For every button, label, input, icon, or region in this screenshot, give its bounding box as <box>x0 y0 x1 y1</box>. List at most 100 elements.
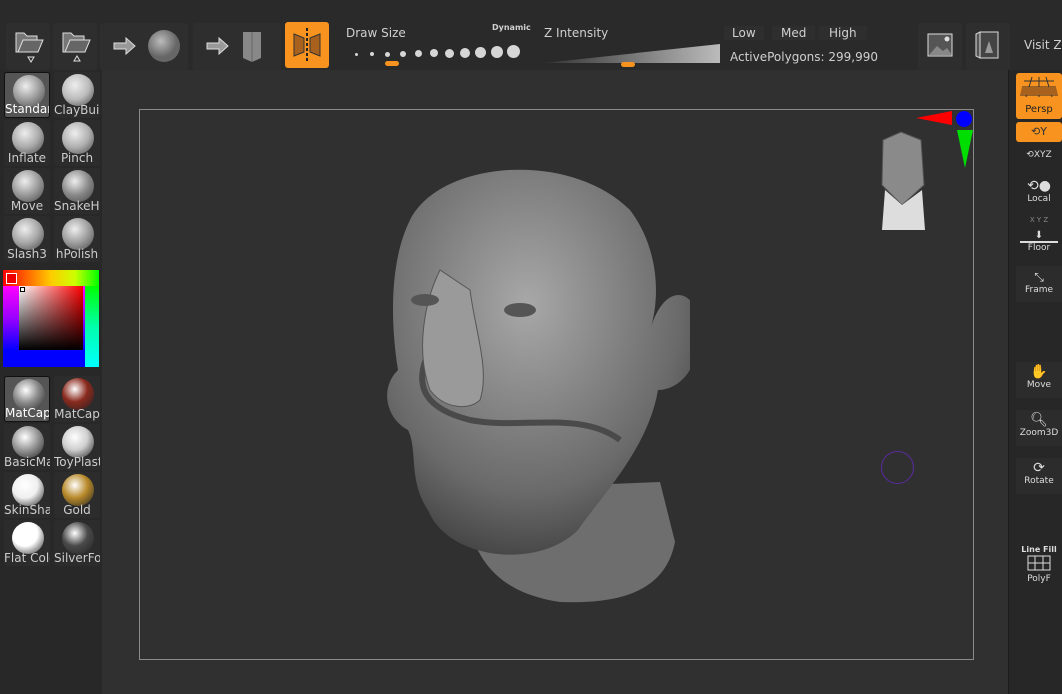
line-fill-label: Line Fill <box>1021 545 1057 554</box>
axis-gizmo-icon[interactable] <box>912 108 978 170</box>
z-intensity-handle[interactable] <box>621 62 635 67</box>
save-button[interactable] <box>53 23 97 70</box>
brush-thumbnail-icon <box>12 122 44 154</box>
frame-button[interactable]: ⤡ Frame <box>1016 266 1062 302</box>
brush-snakeho[interactable]: SnakeHo <box>54 168 100 214</box>
material-sphere-icon <box>62 426 94 458</box>
floor-button[interactable]: ⬇ Floor <box>1016 230 1062 258</box>
folder-save-up-icon <box>62 32 91 62</box>
perspective-grid-icon <box>1020 76 1058 98</box>
material-basicma[interactable]: BasicMa <box>4 424 50 470</box>
rotate-button[interactable]: ⟳ Rotate <box>1016 458 1062 494</box>
local-label: Local <box>1027 194 1051 204</box>
polyf-label: PolyF <box>1027 574 1051 584</box>
material-sphere-icon <box>62 522 94 554</box>
material-sphere-icon <box>12 522 44 554</box>
material-flat-colc[interactable]: Flat Colc <box>4 520 50 566</box>
material-label: ToyPlast <box>54 455 100 469</box>
frame-icon: ⤡ <box>1034 270 1044 284</box>
material-skinsha[interactable]: SkinSha <box>4 472 50 518</box>
y-axis-label: Y <box>1040 125 1047 138</box>
z-intensity-label: Z Intensity <box>544 26 609 40</box>
move-button[interactable]: ✋ Move <box>1016 362 1062 398</box>
draw-size-handle[interactable] <box>385 61 399 66</box>
image-icon <box>927 33 953 57</box>
magnifier-icon: 🔍︎ <box>1030 412 1048 428</box>
material-sphere-icon <box>62 378 94 410</box>
import-sphere-button[interactable] <box>100 23 188 70</box>
material-label: Gold <box>63 503 91 517</box>
brush-thumbnail-icon <box>62 218 94 250</box>
folder-open-down-icon <box>15 32 44 63</box>
polyframe-button[interactable]: Line Fill PolyF <box>1016 545 1062 585</box>
high-button[interactable]: High <box>819 26 867 40</box>
xyz-rotate-button[interactable]: ⟲XYZ <box>1016 150 1062 166</box>
brush-label: SnakeHo <box>54 199 100 213</box>
hand-icon: ✋ <box>1030 364 1048 380</box>
zoom3d-button[interactable]: 🔍︎ Zoom3D <box>1016 410 1062 446</box>
color-saturation-square[interactable] <box>19 286 83 350</box>
z-intensity-slider[interactable] <box>544 44 720 67</box>
brush-hpolish[interactable]: hPolish <box>54 216 100 262</box>
brush-label: Standard <box>5 102 49 116</box>
brush-claybuil[interactable]: ClayBuil <box>54 72 100 118</box>
import-cube-button[interactable] <box>193 23 281 70</box>
material-gold[interactable]: Gold <box>54 472 100 518</box>
lightbox-button[interactable] <box>966 23 1010 70</box>
material-sphere-icon <box>12 474 44 506</box>
low-button[interactable]: Low <box>724 26 764 40</box>
open-button[interactable] <box>6 23 50 70</box>
brush-thumbnail-icon <box>12 218 44 250</box>
symmetry-icon <box>293 28 321 62</box>
med-button[interactable]: Med <box>772 26 816 40</box>
brush-thumbnail-icon <box>62 170 94 202</box>
material-label: MatCap <box>54 407 100 421</box>
material-matcap[interactable]: MatCap <box>4 376 50 422</box>
local-button[interactable]: ⟲● Local <box>1016 178 1062 208</box>
move-label: Move <box>1026 380 1052 390</box>
brush-label: Move <box>10 199 44 213</box>
head-model[interactable] <box>370 160 690 610</box>
rotate-icon: ⟳ <box>1033 460 1045 476</box>
material-sphere-icon <box>62 474 94 506</box>
brush-label: Slash3 <box>7 247 47 261</box>
brush-cursor <box>881 451 914 484</box>
polyframe-grid-icon <box>1027 555 1051 571</box>
local-sphere-icon: ⟲● <box>1027 178 1051 194</box>
persp-button[interactable]: Persp <box>1016 73 1062 119</box>
active-polygons: ActivePolygons: 299,990 <box>730 50 879 64</box>
visit-zbrush-link[interactable]: Visit ZE <box>1024 38 1062 52</box>
left-shelf: Standard ClayBuil Inflate Pinch Move SnakeHo S… <box>0 70 102 694</box>
brush-label: Pinch <box>60 151 94 165</box>
brush-pinch[interactable]: Pinch <box>54 120 100 166</box>
material-label: BasicMa <box>4 455 50 469</box>
material-label: Flat Colc <box>4 551 50 565</box>
axes-toggle[interactable]: X Y Z <box>1016 216 1062 224</box>
draw-size-label: Draw Size <box>346 26 406 40</box>
floor-label: Floor <box>1027 243 1051 253</box>
material-label: SkinSha <box>4 503 50 517</box>
brush-thumbnail-icon <box>62 122 94 154</box>
y-rotate-button[interactable]: ⟲Y <box>1016 122 1062 142</box>
dynamic-toggle[interactable]: Dynamic <box>492 23 531 32</box>
color-picker[interactable] <box>3 270 99 367</box>
material-matcap[interactable]: MatCap <box>54 376 100 422</box>
top-toolbar: Draw Size Dynamic Z Intensity Low Med Hi… <box>0 0 1062 70</box>
sphere-tool-icon <box>113 30 180 62</box>
brush-slash3[interactable]: Slash3 <box>4 216 50 262</box>
cube-tool-icon <box>206 32 261 62</box>
symmetry-button[interactable] <box>285 22 329 68</box>
floor-icon: ⬇ <box>1016 230 1062 243</box>
xyz-label: XYZ <box>1033 150 1052 160</box>
material-toyplast[interactable]: ToyPlast <box>54 424 100 470</box>
brush-move[interactable]: Move <box>4 168 50 214</box>
material-silverfo[interactable]: SilverFo <box>54 520 100 566</box>
brush-inflate[interactable]: Inflate <box>4 120 50 166</box>
rotate-label: Rotate <box>1024 476 1054 486</box>
current-color-swatch[interactable] <box>6 273 17 284</box>
brush-label: Inflate <box>7 151 47 165</box>
draw-size-slider[interactable] <box>350 42 525 66</box>
frame-label: Frame <box>1024 285 1054 295</box>
document-button[interactable] <box>918 23 962 70</box>
brush-standard[interactable]: Standard <box>4 72 50 118</box>
